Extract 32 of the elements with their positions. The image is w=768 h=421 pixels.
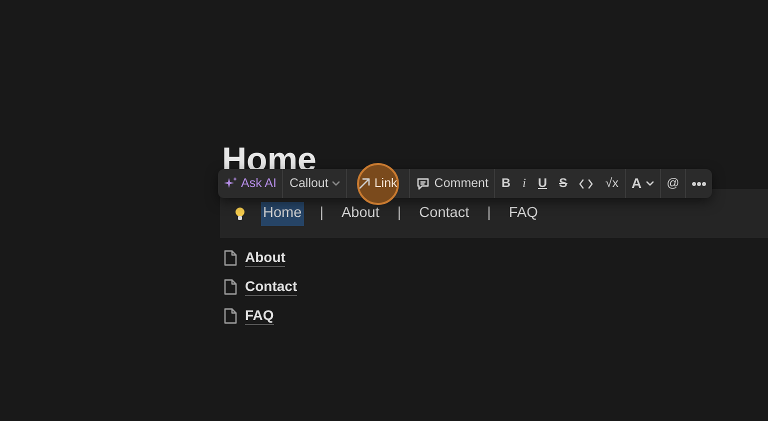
strikethrough-button[interactable]: S <box>553 172 574 196</box>
caret-icon <box>332 180 340 186</box>
text-color-button[interactable]: A <box>626 172 660 196</box>
page-icon <box>224 308 237 324</box>
underline-button[interactable]: U <box>532 172 554 196</box>
code-icon <box>579 178 594 188</box>
lightbulb-icon <box>235 206 245 221</box>
separator: | <box>318 204 324 224</box>
page-link[interactable]: FAQ <box>245 306 274 325</box>
separator: | <box>396 204 402 224</box>
mention-button[interactable]: @ <box>660 172 686 196</box>
page-link[interactable]: Contact <box>245 278 298 296</box>
sparkle-icon <box>224 177 237 190</box>
italic-button[interactable]: i <box>516 172 532 196</box>
link-text[interactable]: Home <box>261 202 304 226</box>
ask-ai-button[interactable]: Ask AI <box>218 172 282 196</box>
page-link[interactable]: About <box>245 248 286 267</box>
page-icon <box>224 250 237 266</box>
separator: | <box>486 204 492 224</box>
more-icon <box>692 182 706 186</box>
comment-button[interactable]: Comment <box>410 172 494 196</box>
caret-icon <box>646 180 654 186</box>
bold-button[interactable]: B <box>495 172 517 196</box>
link-text[interactable]: About <box>339 202 382 226</box>
page-icon <box>224 278 237 295</box>
equation-button[interactable]: √x <box>599 172 624 196</box>
block-type-dropdown[interactable]: Callout <box>283 172 346 196</box>
arrow-icon <box>359 178 370 189</box>
comment-icon <box>416 176 430 190</box>
link-button[interactable]: Link <box>347 172 410 196</box>
link-text[interactable]: Contact <box>417 202 472 226</box>
link-text[interactable]: FAQ <box>506 202 540 226</box>
